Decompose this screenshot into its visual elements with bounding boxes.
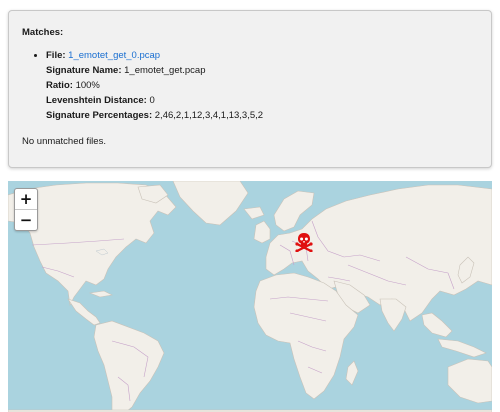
signature-percentages-row: Signature Percentages: 2,46,2,1,12,3,4,1…	[46, 108, 479, 123]
skull	[298, 233, 310, 246]
marker-graphic	[295, 233, 313, 252]
skull-eye-left	[300, 237, 304, 241]
signature-percentages-label: Signature Percentages:	[46, 110, 153, 121]
match-list: File: 1_emotet_get_0.pcap Signature Name…	[22, 48, 479, 123]
signature-percentages-value: 2,46,2,1,12,3,4,1,13,3,5,2	[154, 110, 264, 121]
match-item: File: 1_emotet_get_0.pcap Signature Name…	[46, 48, 479, 123]
no-unmatched-text: No unmatched files.	[22, 136, 106, 147]
skull-crossbones-icon[interactable]	[294, 232, 314, 252]
bone-end-1	[295, 242, 299, 246]
skull-eye-right	[304, 237, 308, 241]
file-row: File: 1_emotet_get_0.pcap	[46, 48, 479, 63]
matches-panel: Matches: File: 1_emotet_get_0.pcap Signa…	[8, 10, 492, 168]
signature-name-row: Signature Name: 1_emotet_get.pcap	[46, 63, 479, 78]
levenshtein-label: Levenshtein Distance:	[46, 95, 147, 106]
ratio-label: Ratio:	[46, 80, 73, 91]
levenshtein-value: 0	[149, 95, 155, 106]
signature-name-value: 1_emotet_get.pcap	[124, 65, 206, 76]
skull-nose	[303, 241, 305, 243]
page: Matches: File: 1_emotet_get_0.pcap Signa…	[0, 0, 500, 412]
zoom-control: + −	[14, 188, 38, 231]
levenshtein-row: Levenshtein Distance: 0	[46, 93, 479, 108]
zoom-out-button[interactable]: −	[15, 209, 37, 230]
file-label: File:	[46, 50, 66, 61]
file-link[interactable]: 1_emotet_get_0.pcap	[68, 50, 160, 61]
ratio-row: Ratio: 100%	[46, 78, 479, 93]
signature-name-label: Signature Name:	[46, 65, 122, 76]
ratio-value: 100%	[75, 80, 100, 91]
zoom-in-button[interactable]: +	[15, 189, 37, 209]
map-canvas[interactable]	[8, 181, 492, 412]
matches-title: Matches:	[22, 27, 64, 38]
bone-end-2	[309, 242, 313, 246]
world-map[interactable]	[8, 181, 492, 412]
